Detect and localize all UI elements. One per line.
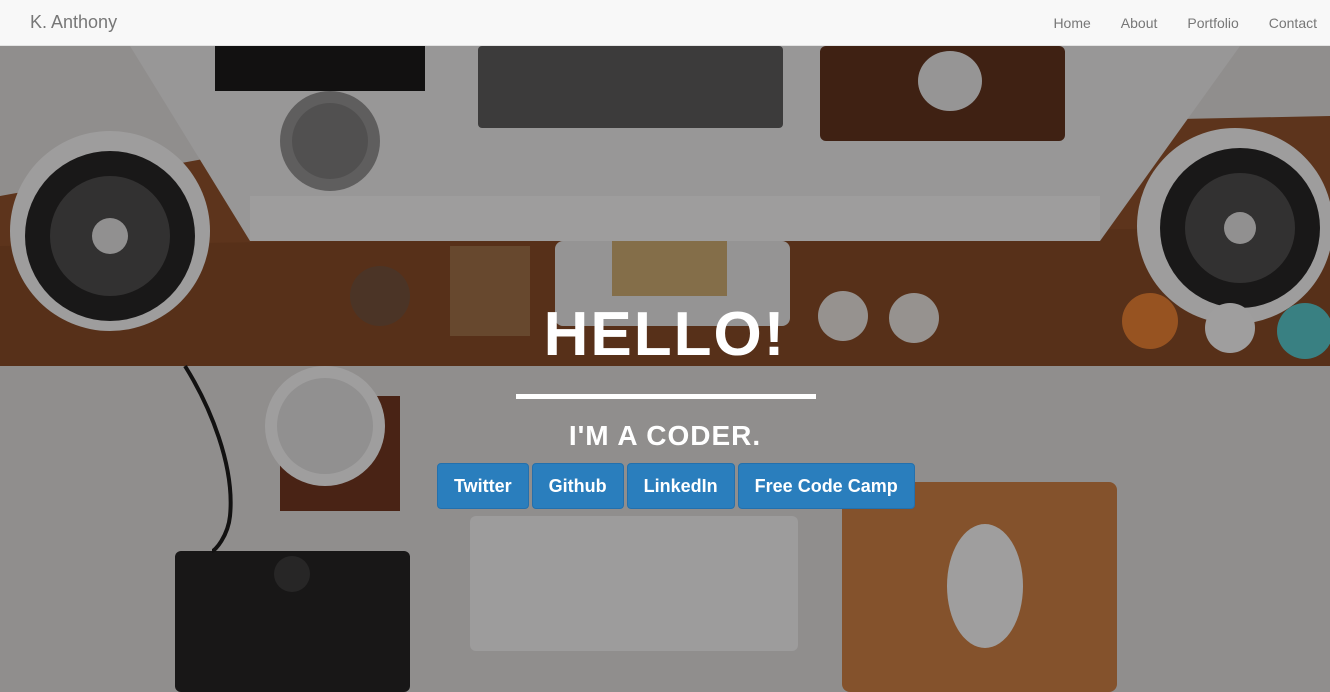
nav-links: Home About Portfolio Contact xyxy=(1038,0,1330,46)
hero-headline: HELLO! xyxy=(543,300,787,369)
github-button[interactable]: Github xyxy=(531,463,624,509)
hero-section: HELLO! I'M A CODER. Twitter Github Linke… xyxy=(0,46,1330,692)
hero-overlay xyxy=(0,46,1330,692)
twitter-button[interactable]: Twitter xyxy=(437,463,529,509)
hero-subheadline: I'M A CODER. xyxy=(568,420,762,451)
nav-link-contact[interactable]: Contact xyxy=(1254,0,1330,46)
hero-divider xyxy=(516,394,816,399)
free-code-camp-button[interactable]: Free Code Camp xyxy=(737,463,915,509)
navbar: K. Anthony Home About Portfolio Contact xyxy=(0,0,1330,46)
nav-link-portfolio[interactable]: Portfolio xyxy=(1172,0,1253,46)
brand-link[interactable]: K. Anthony xyxy=(30,12,117,33)
social-button-row: Twitter Github LinkedIn Free Code Camp xyxy=(437,463,915,509)
nav-link-about[interactable]: About xyxy=(1106,0,1173,46)
nav-link-home[interactable]: Home xyxy=(1038,0,1105,46)
linkedin-button[interactable]: LinkedIn xyxy=(626,463,735,509)
